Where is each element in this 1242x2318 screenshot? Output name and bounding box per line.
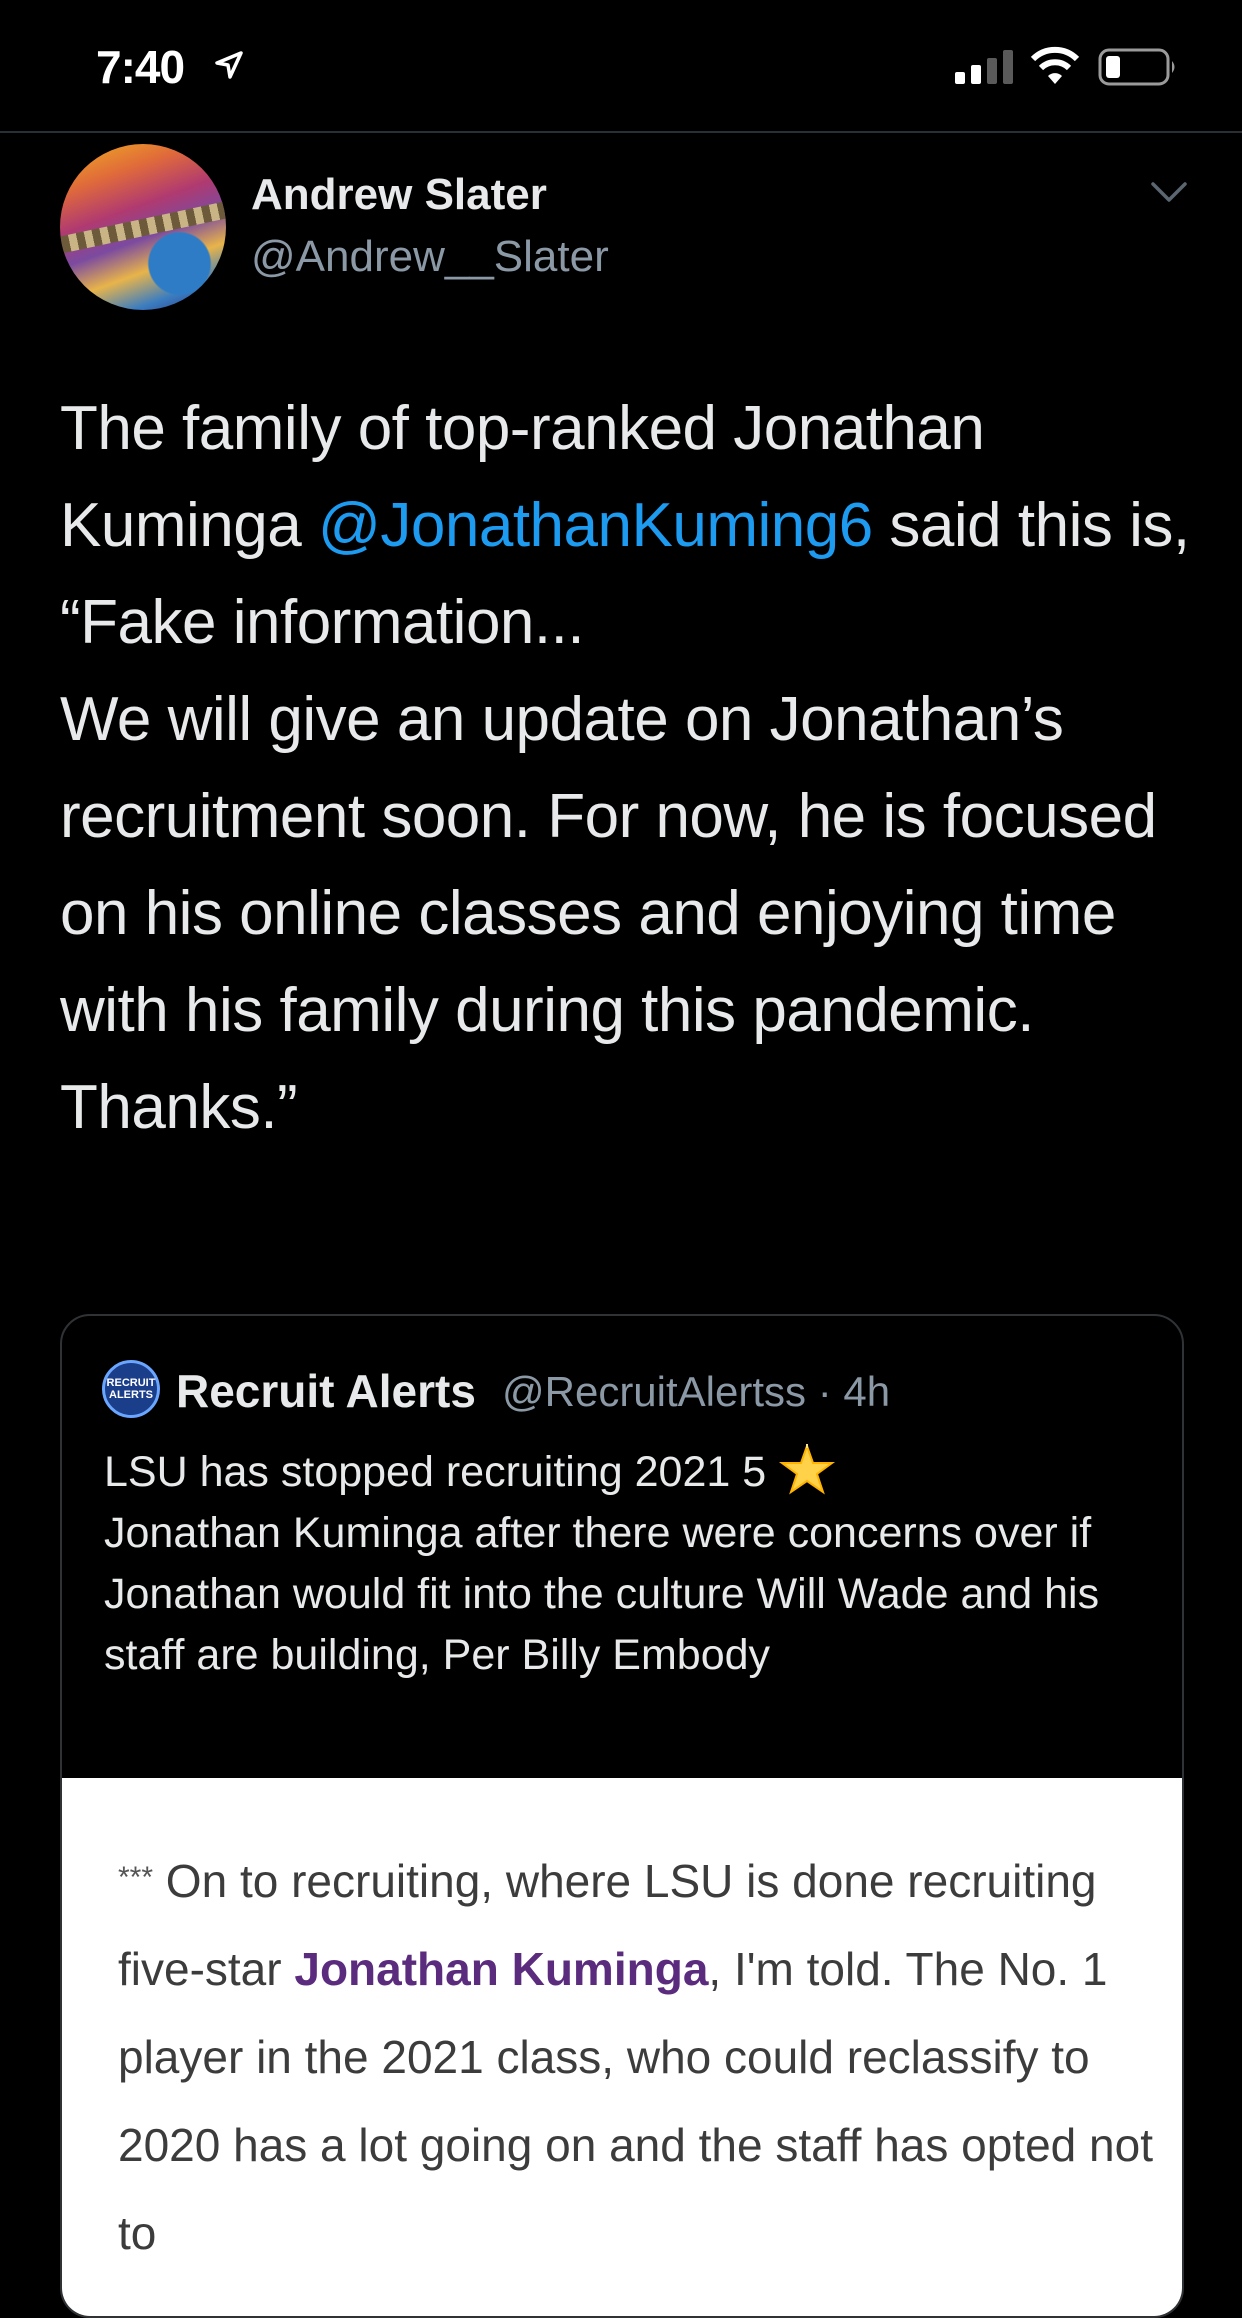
tweet-text-part2: said this is, “Fake information... We wi… (60, 491, 1190, 1142)
location-arrow-icon (215, 51, 243, 79)
tweet-text: The family of top-ranked Jonathan Kuming… (60, 380, 1200, 1156)
quoted-text-part1: LSU has stopped recruiting 2021 5 (104, 1448, 767, 1496)
wifi-icon (1030, 46, 1080, 84)
quoted-author-avatar[interactable]: RECRUIT ALERTS (102, 1360, 160, 1418)
image-stars: *** (118, 1861, 154, 1894)
quoted-tweet-image[interactable]: *** On to recruiting, where LSU is done … (62, 1778, 1182, 2316)
quoted-tweet-text: LSU has stopped recruiting 2021 5 Jonath… (104, 1442, 1144, 1686)
chevron-down-icon[interactable] (1150, 180, 1188, 204)
status-time: 7:40 (96, 41, 185, 93)
battery-icon (1098, 48, 1175, 86)
quoted-tweet-card[interactable]: RECRUIT ALERTS Recruit Alerts @RecruitAl… (60, 1314, 1184, 2318)
status-bar: 7:40 (0, 0, 1242, 132)
glowing-star-icon (779, 1444, 836, 1495)
image-article-text: *** On to recruiting, where LSU is done … (118, 1834, 1158, 2277)
author-avatar[interactable] (60, 144, 226, 310)
mention-link[interactable]: @JonathanKuming6 (318, 491, 873, 560)
quoted-author-handle: @RecruitAlertss · 4h (502, 1368, 891, 1415)
signal-icon (955, 50, 1013, 84)
author-handle[interactable]: @Andrew__Slater (251, 232, 609, 282)
quoted-text-part2: Jonathan Kuminga after there were concer… (104, 1509, 1100, 1679)
image-highlight-name: Jonathan Kuminga (294, 1943, 709, 1995)
header-divider (0, 131, 1242, 133)
quoted-author-name[interactable]: Recruit Alerts (176, 1364, 476, 1418)
author-name[interactable]: Andrew Slater (251, 170, 547, 220)
